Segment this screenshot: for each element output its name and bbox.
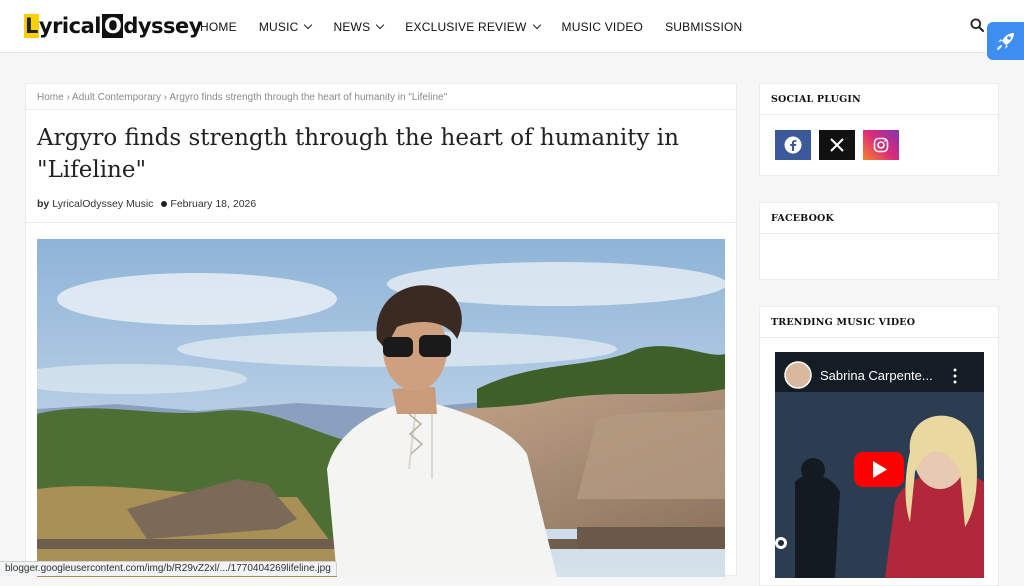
search-icon[interactable] [970, 18, 984, 32]
breadcrumb-category[interactable]: Adult Contemporary [72, 92, 161, 103]
post-date: February 18, 2026 [170, 198, 257, 210]
x-icon [830, 138, 844, 152]
rocket-button[interactable] [987, 22, 1024, 60]
breadcrumb-home[interactable]: Home [37, 92, 64, 103]
nav-review-label: EXCLUSIVE REVIEW [405, 19, 527, 34]
trending-video-widget: TRENDING MUSIC VIDEO Sabrina Carpente... [759, 306, 999, 586]
nav-home-label: HOME [200, 19, 237, 34]
main-nav: HOME MUSIC NEWS EXCLUSIVE REVIEW MUSIC V… [200, 0, 764, 53]
video-title: Sabrina Carpente... [820, 368, 933, 383]
chevron-down-icon [376, 20, 385, 29]
facebook-button[interactable] [775, 130, 811, 160]
rocket-icon [996, 33, 1014, 50]
nav-home[interactable]: HOME [200, 20, 237, 34]
nav-music-label: MUSIC [258, 19, 299, 34]
widget-title: FACEBOOK [760, 203, 998, 234]
facebook-icon [784, 136, 802, 154]
top-navbar: Lyrical Odyssey HOME MUSIC NEWS EXCLUSIVE… [0, 0, 1024, 53]
instagram-button[interactable] [863, 130, 899, 160]
nav-exclusive-review[interactable]: EXCLUSIVE REVIEW [405, 19, 541, 34]
nav-music[interactable]: MUSIC [258, 19, 313, 34]
facebook-widget: FACEBOOK [759, 202, 999, 280]
x-button[interactable] [819, 130, 855, 160]
nav-news[interactable]: NEWS [333, 19, 385, 34]
hero-photo-illustration [37, 239, 725, 577]
breadcrumb: Home › Adult Contemporary › Argyro finds… [26, 84, 736, 110]
breadcrumb-separator: › [63, 92, 73, 103]
divider [26, 222, 736, 223]
social-buttons [760, 115, 998, 175]
chevron-down-icon [304, 20, 313, 29]
social-plugin-widget: SOCIAL PLUGIN [759, 83, 999, 176]
article-card: Home › Adult Contemporary › Argyro finds… [25, 83, 737, 577]
browser-status-url: blogger.googleusercontent.com/img/b/R29v… [0, 561, 337, 576]
video-thumbnail: Sabrina Carpente... [775, 352, 984, 578]
nav-music-video[interactable]: MUSIC VIDEO [562, 20, 644, 34]
logo-text-dyssey: dyssey [123, 14, 202, 38]
chevron-down-icon [532, 20, 541, 29]
author-link[interactable]: LyricalOdyssey Music [52, 198, 153, 210]
article-hero-image[interactable] [37, 239, 725, 577]
byline-prefix: by [37, 198, 50, 210]
instagram-icon [873, 137, 889, 153]
article-meta: by LyricalOdyssey Music February 18, 202… [37, 198, 256, 210]
logo-text-yrical: yrical [38, 14, 102, 38]
nav-submission[interactable]: SUBMISSION [665, 20, 742, 34]
site-logo[interactable]: Lyrical Odyssey [24, 12, 202, 40]
date-dot-icon [161, 201, 168, 207]
logo-letter-o: O [101, 14, 124, 38]
article-title: Argyro finds strength through the heart … [37, 125, 679, 183]
widget-title: TRENDING MUSIC VIDEO [760, 307, 998, 338]
breadcrumb-current: Argyro finds strength through the heart … [169, 92, 448, 103]
nav-video-label: MUSIC VIDEO [561, 19, 644, 34]
widget-title: SOCIAL PLUGIN [760, 84, 998, 115]
logo-letter-l: L [24, 14, 39, 38]
nav-news-label: NEWS [333, 19, 371, 34]
youtube-embed[interactable]: Sabrina Carpente... [775, 352, 984, 578]
nav-submission-label: SUBMISSION [665, 19, 743, 34]
